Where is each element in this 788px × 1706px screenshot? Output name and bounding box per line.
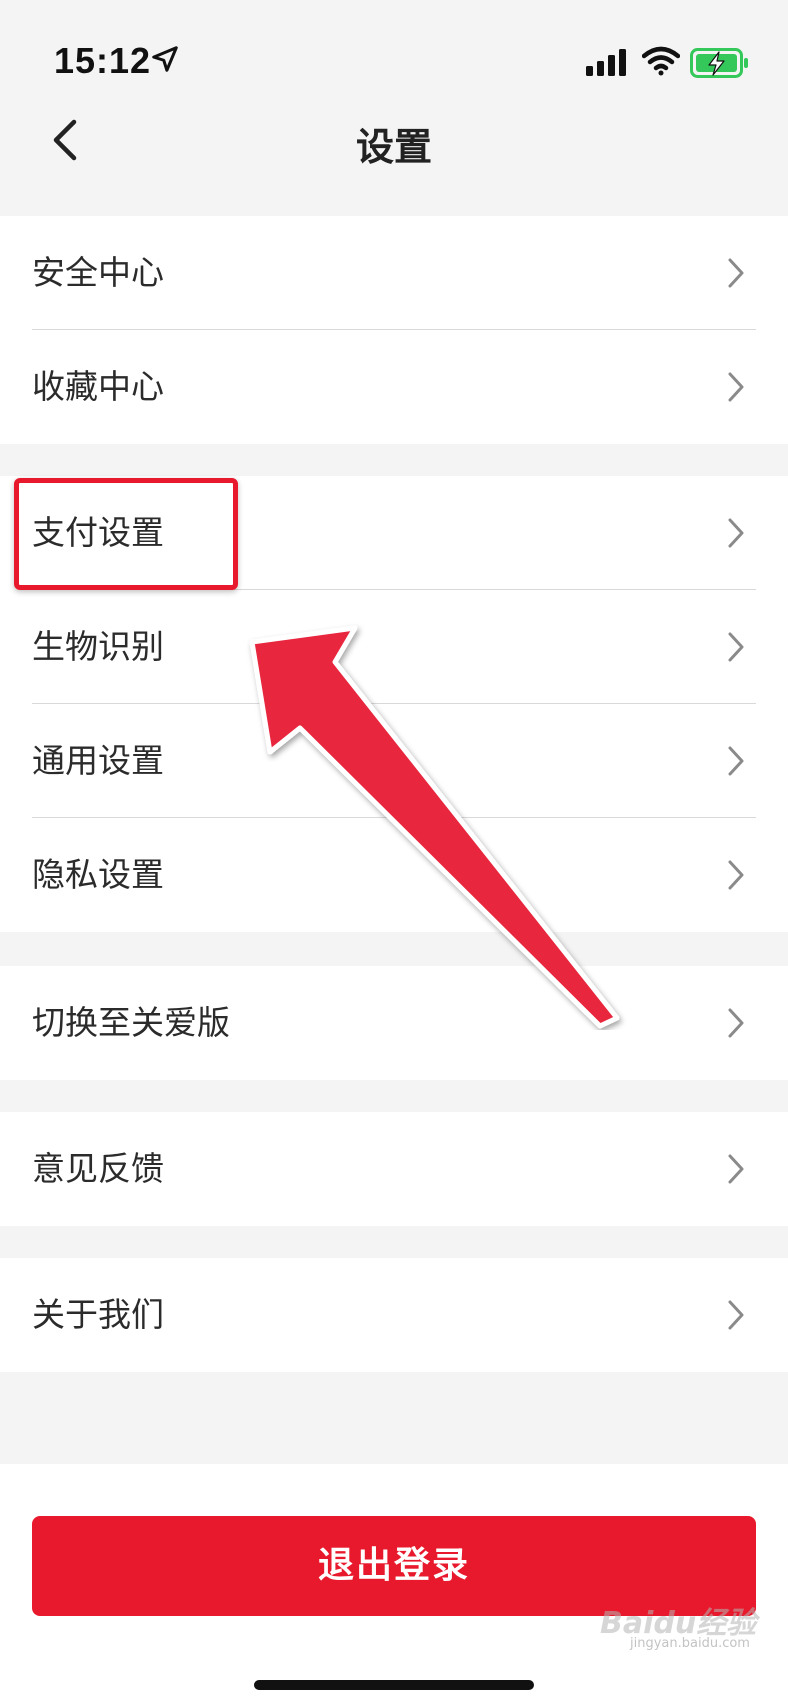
cellular-signal-icon xyxy=(586,49,626,76)
logout-section: 退出登录 Baidu经验 jingyan.baidu.com xyxy=(0,1464,788,1706)
row-label: 生物识别 xyxy=(32,627,164,666)
chevron-right-icon xyxy=(728,518,744,548)
chevron-right-icon xyxy=(728,1300,744,1330)
chevron-right-icon xyxy=(728,372,744,402)
arrow-annotation-icon xyxy=(249,625,620,1029)
row-label: 切换至关爱版 xyxy=(32,1003,230,1042)
row-label: 意见反馈 xyxy=(32,1149,164,1188)
row-label: 隐私设置 xyxy=(32,855,164,894)
watermark-url: jingyan.baidu.com xyxy=(630,1636,750,1651)
row-about-us[interactable]: 关于我们 xyxy=(0,1258,788,1372)
settings-group-account: 安全中心 收藏中心 xyxy=(0,216,788,444)
chevron-right-icon xyxy=(728,1008,744,1038)
row-label: 收藏中心 xyxy=(32,367,164,406)
settings-group-about: 关于我们 xyxy=(0,1258,788,1372)
row-favorites-center[interactable]: 收藏中心 xyxy=(0,330,788,444)
battery-charging-icon xyxy=(690,48,748,78)
row-label: 关于我们 xyxy=(32,1295,164,1334)
row-security-center[interactable]: 安全中心 xyxy=(0,216,788,330)
wifi-icon xyxy=(642,46,680,76)
chevron-right-icon xyxy=(728,860,744,890)
chevron-right-icon xyxy=(728,746,744,776)
row-label: 安全中心 xyxy=(32,253,164,292)
status-time: 15:12 xyxy=(54,40,152,81)
page-title: 设置 xyxy=(355,125,432,169)
row-feedback[interactable]: 意见反馈 xyxy=(0,1112,788,1226)
row-label: 通用设置 xyxy=(32,741,164,780)
chevron-right-icon xyxy=(728,1154,744,1184)
settings-group-feedback: 意见反馈 xyxy=(0,1112,788,1226)
location-arrow-icon xyxy=(152,46,178,72)
home-indicator xyxy=(254,1680,534,1690)
chevron-right-icon xyxy=(728,632,744,662)
highlight-box xyxy=(14,478,238,590)
chevron-right-icon xyxy=(728,258,744,288)
nav-bar: 设置 xyxy=(0,90,788,190)
